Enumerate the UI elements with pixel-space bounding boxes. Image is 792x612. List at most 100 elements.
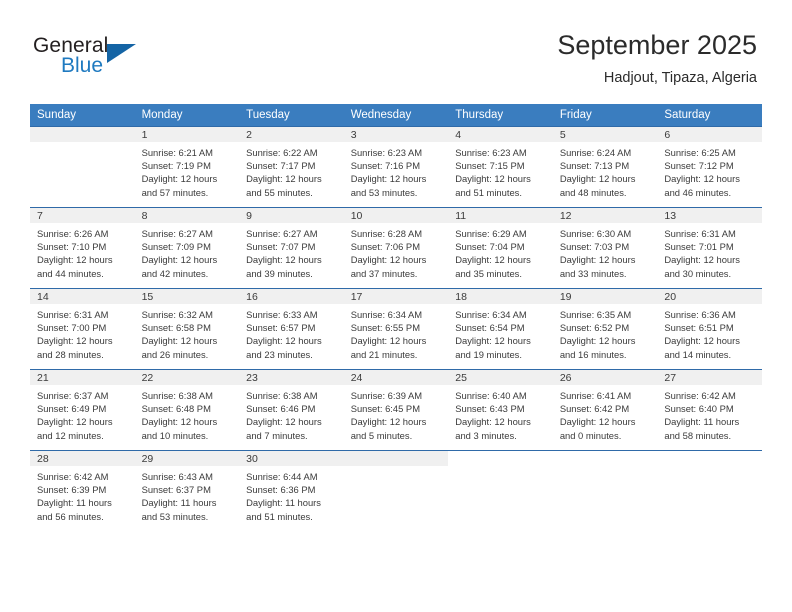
day-cell-10[interactable]: 10 Sunrise: 6:28 AM Sunset: 7:06 PM Dayligh… [343,208,449,288]
day-cell-23[interactable]: 23 Sunrise: 6:38 AM Sunset: 6:46 PM Dayligh… [239,370,344,450]
day-cell-6[interactable]: 6 Sunrise: 6:25 AM Sunset: 7:12 PM Daylight… [657,127,762,207]
day-cell-19[interactable]: 19 Sunrise: 6:35 AM Sunset: 6:52 PM Dayligh… [552,289,658,369]
day-cell-empty [657,451,762,531]
sunrise-text: Sunrise: 6:31 AM [664,228,736,239]
day-cell-20[interactable]: 20 Sunrise: 6:36 AM Sunset: 6:51 PM Dayligh… [657,289,762,369]
daylight-text-line2: and 51 minutes. [246,510,313,522]
daylight-text-line2: and 5 minutes. [350,429,413,441]
day-details: Sunrise: 6:41 AM Sunset: 6:42 PM Daylight:… [553,385,658,442]
day-details: Sunrise: 6:39 AM Sunset: 6:45 PM Daylight:… [344,385,449,442]
sunrise-text: Sunrise: 6:41 AM [559,390,632,401]
daylight-text-line1: Daylight: 12 hours [141,416,218,428]
day-cell-16[interactable]: 16 Sunrise: 6:33 AM Sunset: 6:57 PM Dayligh… [239,289,344,369]
day-details: Sunrise: 6:21 AM Sunset: 7:19 PM Daylight:… [135,142,240,199]
day-number: 27 [657,370,762,385]
sunset-text: Sunset: 7:13 PM [559,160,630,172]
day-cell-12[interactable]: 12 Sunrise: 6:30 AM Sunset: 7:03 PM Dayligh… [552,208,658,288]
day-details: Sunrise: 6:34 AM Sunset: 6:54 PM Daylight:… [448,304,553,361]
daylight-text-line1: Daylight: 12 hours [559,335,636,347]
sunset-text: Sunset: 7:01 PM [664,241,734,253]
sunset-text: Sunset: 7:16 PM [350,160,420,172]
day-cell-28[interactable]: 28 Sunrise: 6:42 AM Sunset: 6:39 PM Dayligh… [30,451,135,531]
title-block: September 2025 Hadjout, Tipaza, Algeria [557,28,757,89]
day-cell-4[interactable]: 4 Sunrise: 6:23 AM Sunset: 7:15 PM Daylight… [448,127,553,207]
day-cell-11[interactable]: 11 Sunrise: 6:29 AM Sunset: 7:04 PM Dayligh… [448,208,553,288]
sunrise-text: Sunrise: 6:27 AM [246,228,318,239]
day-cell-18[interactable]: 18 Sunrise: 6:34 AM Sunset: 6:54 PM Dayligh… [448,289,553,369]
logo-text-blue: Blue [61,54,104,77]
page-title: September 2025 [557,30,757,60]
day-cell-24[interactable]: 24 Sunrise: 6:39 AM Sunset: 6:45 PM Dayligh… [343,370,449,450]
day-cell-5[interactable]: 5 Sunrise: 6:24 AM Sunset: 7:13 PM Daylight… [552,127,658,207]
day-cell-22[interactable]: 22 Sunrise: 6:38 AM Sunset: 6:48 PM Dayligh… [134,370,240,450]
day-details: Sunrise: 6:33 AM Sunset: 6:57 PM Daylight:… [239,304,344,361]
day-cell-29[interactable]: 29 Sunrise: 6:43 AM Sunset: 6:37 PM Dayligh… [134,451,240,531]
day-number [30,127,135,142]
day-cell-17[interactable]: 17 Sunrise: 6:34 AM Sunset: 6:55 PM Dayligh… [343,289,449,369]
sunset-text: Sunset: 7:10 PM [37,241,107,253]
daylight-text-line1: Daylight: 12 hours [246,173,322,185]
day-cell-3[interactable]: 3 Sunrise: 6:23 AM Sunset: 7:16 PM Daylight… [343,127,449,207]
daylight-text-line2: and 53 minutes. [350,186,418,198]
sunset-text: Sunset: 7:07 PM [246,241,316,253]
day-cell-27[interactable]: 27 Sunrise: 6:42 AM Sunset: 6:40 PM Dayligh… [657,370,762,450]
weekday-header-tuesday: Tuesday [239,104,344,127]
day-number: 15 [134,289,240,304]
sunset-text: Sunset: 6:45 PM [350,403,420,415]
day-cell-2[interactable]: 2 Sunrise: 6:22 AM Sunset: 7:17 PM Daylight… [239,127,344,207]
day-number: 6 [657,127,762,142]
sunset-text: Sunset: 6:51 PM [664,322,734,334]
sunset-text: Sunset: 7:19 PM [141,160,211,172]
day-number: 26 [552,370,658,385]
daylight-text-line2: and 12 minutes. [37,429,104,441]
day-cell-7[interactable]: 7 Sunrise: 6:26 AM Sunset: 7:10 PM Daylight… [30,208,135,288]
location-subtitle: Hadjout, Tipaza, Algeria [603,70,757,86]
daylight-text-line2: and 39 minutes. [246,267,313,279]
day-details: Sunrise: 6:24 AM Sunset: 7:13 PM Daylight:… [553,142,658,199]
sunset-text: Sunset: 6:48 PM [141,403,211,415]
general-blue-logo[interactable]: General Blue [33,34,163,82]
sunset-text: Sunset: 6:58 PM [141,322,211,334]
page-header: General Blue September 2025 Hadjout, Tip… [0,0,792,100]
day-cell-30[interactable]: 30 Sunrise: 6:44 AM Sunset: 6:36 PM Dayligh… [239,451,344,531]
day-cell-25[interactable]: 25 Sunrise: 6:40 AM Sunset: 6:43 PM Dayligh… [448,370,553,450]
daylight-text-line1: Daylight: 12 hours [350,254,427,266]
daylight-text-line2: and 14 minutes. [664,348,732,360]
daylight-text-line1: Daylight: 12 hours [455,335,531,347]
day-cell-15[interactable]: 15 Sunrise: 6:32 AM Sunset: 6:58 PM Dayligh… [134,289,240,369]
day-details: Sunrise: 6:22 AM Sunset: 7:17 PM Daylight:… [239,142,344,199]
calendar-cell: 20 Sunrise: 6:36 AM Sunset: 6:51 PM Dayligh… [657,288,762,370]
day-number: 30 [239,451,344,466]
day-number [343,451,449,466]
day-details: Sunrise: 6:44 AM Sunset: 6:36 PM Daylight:… [239,466,344,523]
day-number: 25 [448,370,553,385]
sunrise-text: Sunrise: 6:39 AM [350,390,423,401]
sunrise-text: Sunrise: 6:26 AM [37,228,109,239]
day-cell-1[interactable]: 1 Sunrise: 6:21 AM Sunset: 7:19 PM Daylight… [134,127,240,207]
day-details: Sunrise: 6:38 AM Sunset: 6:48 PM Daylight:… [135,385,240,442]
sunset-text: Sunset: 7:00 PM [37,322,107,334]
day-cell-9[interactable]: 9 Sunrise: 6:27 AM Sunset: 7:07 PM Daylight… [239,208,344,288]
day-number: 5 [552,127,658,142]
daylight-text-line1: Daylight: 12 hours [37,335,113,347]
sunrise-text: Sunrise: 6:21 AM [141,147,213,158]
daylight-text-line1: Daylight: 12 hours [350,173,427,185]
day-number: 8 [134,208,240,223]
day-cell-26[interactable]: 26 Sunrise: 6:41 AM Sunset: 6:42 PM Dayligh… [552,370,658,450]
day-cell-14[interactable]: 14 Sunrise: 6:31 AM Sunset: 7:00 PM Dayligh… [30,289,135,369]
daylight-text-line1: Daylight: 12 hours [141,335,218,347]
day-cell-13[interactable]: 13 Sunrise: 6:31 AM Sunset: 7:01 PM Dayligh… [657,208,762,288]
day-cell-8[interactable]: 8 Sunrise: 6:27 AM Sunset: 7:09 PM Daylight… [134,208,240,288]
day-cell-21[interactable]: 21 Sunrise: 6:37 AM Sunset: 6:49 PM Dayligh… [30,370,135,450]
calendar-cell: 7 Sunrise: 6:26 AM Sunset: 7:10 PM Daylight… [30,207,135,289]
calendar-week-row: 14 Sunrise: 6:31 AM Sunset: 7:00 PM Dayligh… [30,288,762,370]
calendar-cell: 30 Sunrise: 6:44 AM Sunset: 6:36 PM Dayligh… [239,450,344,531]
weekday-header-monday: Monday [134,104,240,127]
day-number: 7 [30,208,135,223]
day-cell-empty [552,451,658,531]
daylight-text-line2: and 26 minutes. [141,348,209,360]
daylight-text-line2: and 21 minutes. [350,348,418,360]
day-details: Sunrise: 6:30 AM Sunset: 7:03 PM Daylight:… [553,223,658,280]
daylight-text-line2: and 0 minutes. [559,429,622,441]
day-number: 10 [343,208,449,223]
